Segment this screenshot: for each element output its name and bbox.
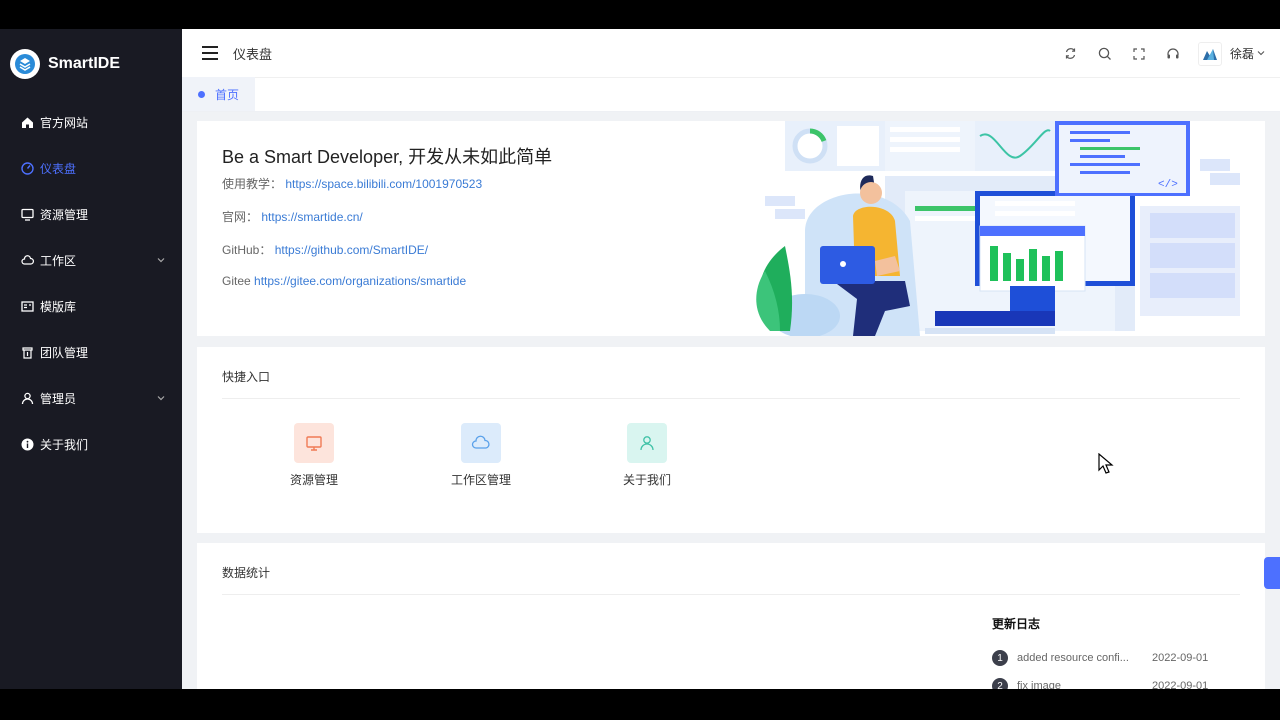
divider (222, 594, 1240, 595)
changelog-title: 更新日志 (992, 617, 1041, 631)
active-dot (198, 90, 205, 98)
changelog-entry[interactable]: 1 added resource confi... 2022-09-01 (992, 644, 1232, 672)
sidebar-item-team[interactable]: 团队管理 (0, 329, 182, 375)
divider (222, 398, 1240, 399)
team-icon (20, 345, 34, 359)
tab-label: 首页 (215, 87, 240, 102)
cloud-icon (461, 423, 501, 463)
monitor-icon (294, 423, 334, 463)
stats-card: 数据统计 更新日志 1 added resource confi... 2022… (197, 543, 1265, 689)
refresh-icon[interactable] (1054, 44, 1088, 64)
sidebar-item-label: 工作区 (40, 253, 77, 268)
cloud-icon (20, 253, 34, 267)
avatar[interactable] (1197, 41, 1222, 66)
entry-date: 2022-09-01 (1152, 652, 1209, 664)
logo[interactable]: SmartIDE (0, 29, 182, 99)
gitee-label: Gitee (222, 274, 255, 288)
chevron-down-icon (156, 392, 166, 406)
github-link[interactable]: https://github.com/SmartIDE/ (275, 243, 428, 257)
sidebar-item-resources[interactable]: 资源管理 (0, 191, 182, 237)
sidebar-item-label: 管理员 (40, 391, 77, 406)
sidebar-item-workspace[interactable]: 工作区 (0, 237, 182, 283)
chevron-down-icon[interactable] (1256, 45, 1266, 63)
website-label: 官网： (222, 210, 259, 224)
sidebar: SmartIDE 官方网站 仪表盘 资源管理 工作区 模版库 团队管理 管理员 … (0, 29, 182, 689)
welcome-card: Be a Smart Developer, 开发从未如此简单 使用教学： htt… (197, 121, 1265, 336)
quick-entry-resources[interactable]: 资源管理 (264, 423, 364, 488)
changelog: 更新日志 1 added resource confi... 2022-09-0… (992, 615, 1232, 689)
dashboard-icon (20, 161, 34, 175)
quick-entry-label: 工作区管理 (450, 473, 511, 487)
app-name: SmartIDE (48, 55, 121, 72)
top-bar-actions: 徐磊 (1054, 29, 1266, 78)
fullscreen-icon[interactable] (1122, 44, 1156, 64)
stats-title: 数据统计 (222, 566, 271, 580)
quick-entry-card: 快捷入口 资源管理 工作区管理 关于我们 (197, 347, 1265, 533)
info-icon (20, 437, 34, 451)
top-bar: 仪表盘 徐磊 (182, 29, 1280, 78)
sidebar-item-label: 官方网站 (40, 115, 89, 130)
chevron-down-icon (156, 254, 166, 268)
sidebar-item-admin[interactable]: 管理员 (0, 375, 182, 421)
sidebar-item-templates[interactable]: 模版库 (0, 283, 182, 329)
sidebar-item-label: 仪表盘 (40, 161, 77, 176)
menu-toggle-icon[interactable] (202, 46, 218, 60)
github-label: GitHub： (222, 243, 272, 257)
changelog-entry[interactable]: 2 fix image 2022-09-01 (992, 672, 1232, 689)
sidebar-item-about[interactable]: 关于我们 (0, 421, 182, 467)
page-title: 仪表盘 (233, 46, 273, 62)
welcome-title: Be a Smart Developer, 开发从未如此简单 (222, 147, 553, 167)
logo-icon (10, 49, 40, 79)
sidebar-item-dashboard[interactable]: 仪表盘 (0, 145, 182, 191)
entry-text: added resource confi... (1017, 652, 1129, 664)
quick-entry-about[interactable]: 关于我们 (597, 423, 697, 488)
github-line: GitHub： https://github.com/SmartIDE/ (222, 241, 428, 258)
main-content: 仪表盘 徐磊 首页 Be a Smart Developer, 开发从未如此简单… (182, 29, 1280, 689)
entry-number: 2 (992, 678, 1008, 689)
quick-entry-title: 快捷入口 (222, 370, 271, 384)
monitor-icon (20, 207, 34, 221)
svg-text:</>: </> (1158, 179, 1178, 191)
mouse-cursor-icon (1098, 453, 1114, 474)
template-icon (20, 299, 34, 313)
website-link[interactable]: https://smartide.cn/ (261, 210, 362, 224)
quick-entry-label: 资源管理 (289, 473, 338, 487)
quick-entry-workspace[interactable]: 工作区管理 (431, 423, 531, 488)
sidebar-item-label: 资源管理 (40, 207, 89, 222)
sidebar-item-label: 关于我们 (40, 437, 89, 452)
sidebar-item-label: 模版库 (40, 299, 77, 314)
quick-entry-label: 关于我们 (622, 473, 671, 487)
tutorial-label: 使用教学： (222, 177, 283, 191)
headset-icon[interactable] (1156, 44, 1190, 64)
gitee-line: Gitee https://gitee.com/organizations/sm… (222, 274, 466, 288)
tutorial-line: 使用教学： https://space.bilibili.com/1001970… (222, 175, 482, 192)
website-line: 官网： https://smartide.cn/ (222, 208, 363, 225)
app-window: SmartIDE 官方网站 仪表盘 资源管理 工作区 模版库 团队管理 管理员 … (0, 29, 1280, 689)
entry-text: fix image (1017, 680, 1062, 689)
tab-bar: 首页 (182, 77, 1280, 112)
settings-drawer-handle[interactable] (1264, 557, 1280, 589)
search-icon[interactable] (1088, 44, 1122, 64)
home-icon (20, 115, 34, 129)
username[interactable]: 徐磊 (1230, 45, 1254, 62)
developer-illustration: </> (756, 121, 1240, 336)
sidebar-item-official-site[interactable]: 官方网站 (0, 99, 182, 145)
entry-date: 2022-09-01 (1152, 680, 1209, 689)
entry-number: 1 (992, 650, 1008, 666)
tutorial-link[interactable]: https://space.bilibili.com/1001970523 (285, 177, 482, 191)
gitee-link[interactable]: https://gitee.com/organizations/smartide (254, 274, 466, 288)
user-icon (627, 423, 667, 463)
sidebar-item-label: 团队管理 (40, 345, 89, 360)
tab-home[interactable]: 首页 (182, 77, 256, 111)
user-icon (20, 391, 34, 405)
